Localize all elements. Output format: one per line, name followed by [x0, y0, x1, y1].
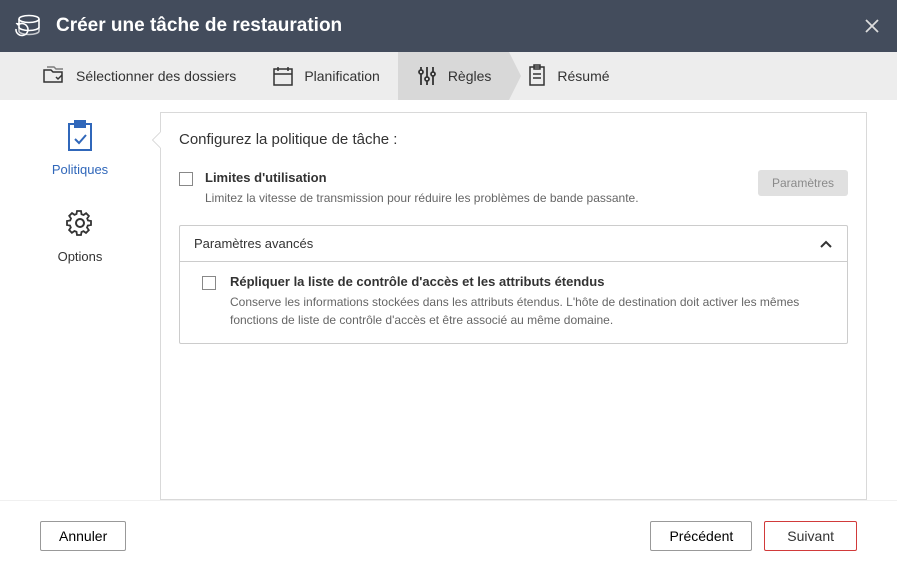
dialog-title: Créer une tâche de restauration: [56, 15, 342, 37]
cancel-button[interactable]: Annuler: [40, 521, 126, 551]
next-button[interactable]: Suivant: [764, 521, 857, 551]
step-select-folders[interactable]: Sélectionner des dossiers: [24, 52, 254, 100]
chevron-up-icon: [819, 239, 833, 249]
step-summary[interactable]: Résumé: [509, 52, 627, 100]
summary-icon: [527, 64, 547, 88]
advanced-header[interactable]: Paramètres avancés: [180, 226, 847, 262]
usage-limits-checkbox[interactable]: [179, 172, 193, 186]
acl-checkbox[interactable]: [202, 276, 216, 290]
step-label: Règles: [448, 68, 492, 84]
sliders-icon: [416, 64, 438, 88]
advanced-title: Paramètres avancés: [194, 236, 313, 251]
dialog-header: Créer une tâche de restauration: [0, 0, 897, 52]
left-nav: Politiques Options: [0, 100, 160, 500]
step-planning[interactable]: Planification: [254, 52, 398, 100]
restore-icon: [12, 14, 42, 38]
settings-button: Paramètres: [758, 170, 848, 196]
nav-options[interactable]: Options: [58, 207, 103, 264]
usage-limits-desc: Limitez la vitesse de transmission pour …: [205, 189, 746, 207]
calendar-icon: [272, 65, 294, 87]
acl-row: Répliquer la liste de contrôle d'accès e…: [202, 274, 833, 329]
dialog-footer: Annuler Précédent Suivant: [0, 500, 897, 570]
acl-desc: Conserve les informations stockées dans …: [230, 293, 833, 329]
acl-label: Répliquer la liste de contrôle d'accès e…: [230, 274, 833, 289]
folders-icon: [42, 65, 66, 87]
close-button[interactable]: [859, 13, 885, 39]
nav-policies[interactable]: Politiques: [52, 120, 108, 177]
step-label: Résumé: [557, 68, 609, 84]
previous-button[interactable]: Précédent: [650, 521, 752, 551]
panel-title: Configurez la politique de tâche :: [179, 131, 848, 148]
wizard-steps: Sélectionner des dossiers Planification …: [0, 52, 897, 100]
step-label: Planification: [304, 68, 380, 84]
advanced-section: Paramètres avancés Répliquer la liste de…: [179, 225, 848, 344]
clipboard-check-icon: [64, 120, 96, 152]
nav-label: Politiques: [52, 162, 108, 177]
step-label: Sélectionner des dossiers: [76, 68, 236, 84]
usage-limits-label: Limites d'utilisation: [205, 170, 746, 185]
policy-panel: Configurez la politique de tâche : Limit…: [160, 112, 867, 500]
nav-pointer: [153, 132, 161, 148]
nav-label: Options: [58, 249, 103, 264]
gear-icon: [64, 207, 96, 239]
step-rules[interactable]: Règles: [398, 52, 510, 100]
usage-limits-row: Limites d'utilisation Limitez la vitesse…: [179, 170, 848, 207]
